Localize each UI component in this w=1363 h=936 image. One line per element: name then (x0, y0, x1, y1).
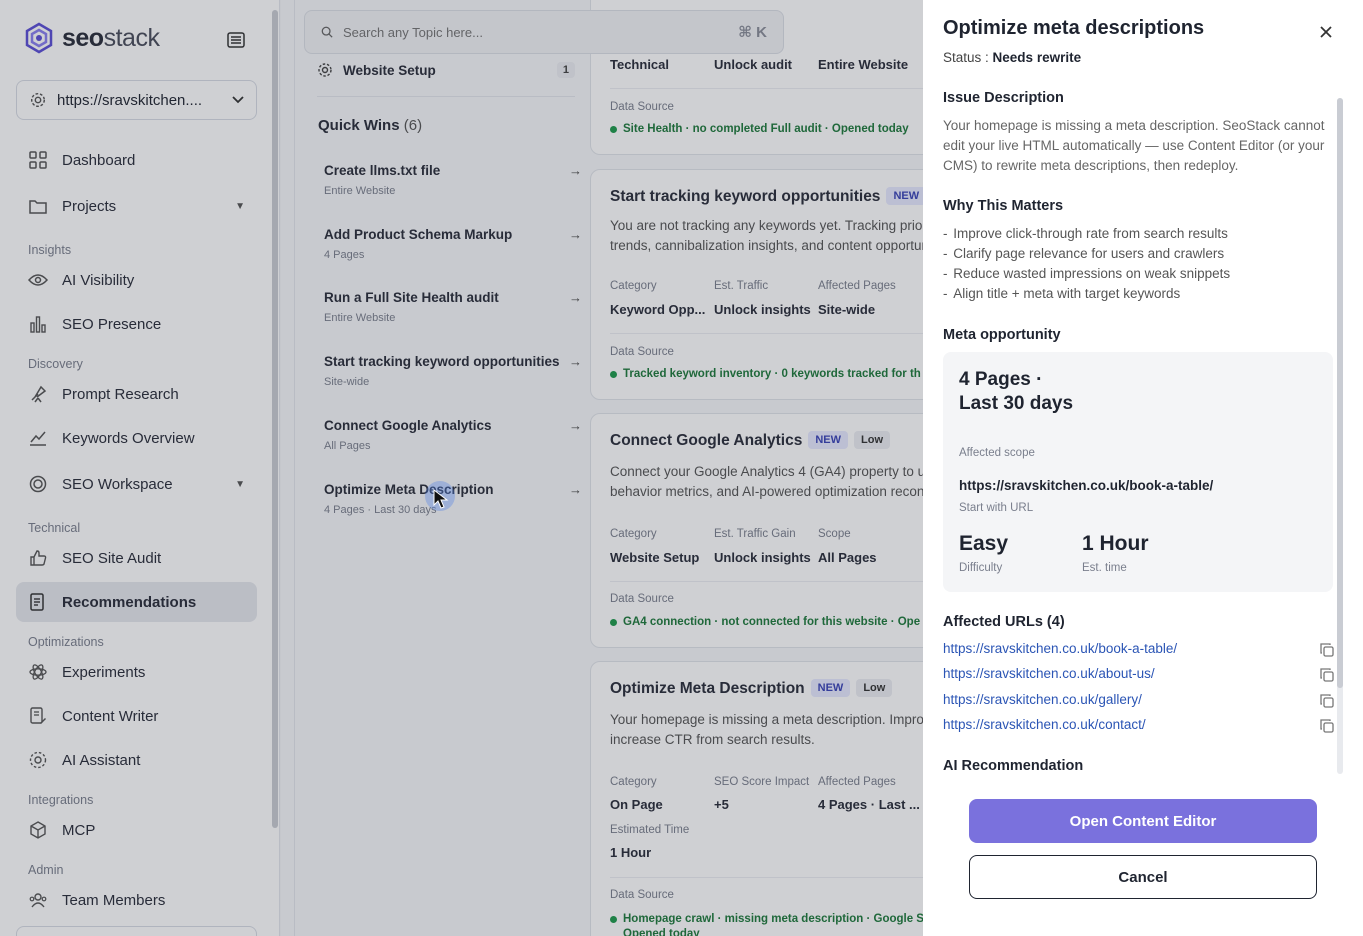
list-item: Align title + meta with target keywords (943, 284, 1335, 304)
affected-url-row: https://sravskitchen.co.uk/contact/ (943, 716, 1335, 736)
copy-icon[interactable] (1319, 642, 1335, 658)
list-item: Improve click-through rate from search r… (943, 224, 1335, 244)
close-button[interactable] (1316, 22, 1336, 42)
list-item: Clarify page relevance for users and cra… (943, 244, 1335, 264)
difficulty-value: Easy (959, 532, 1009, 555)
open-content-editor-button[interactable]: Open Content Editor (969, 799, 1317, 843)
affected-urls-heading: Affected URLs (4) (943, 614, 1065, 630)
copy-icon[interactable] (1319, 718, 1335, 734)
issue-heading: Issue Description (943, 90, 1064, 106)
affected-url-row: https://sravskitchen.co.uk/book-a-table/ (943, 640, 1335, 660)
issue-description: Your homepage is missing a meta descript… (943, 118, 1325, 173)
affected-scope-label: Affected scope (959, 447, 1035, 459)
drawer-scrollbar[interactable] (1337, 98, 1343, 774)
est-time-label: Est. time (1082, 562, 1127, 574)
affected-url-row: https://sravskitchen.co.uk/gallery/ (943, 691, 1335, 711)
ai-recommendation-heading: AI Recommendation (943, 758, 1084, 774)
start-url-label: Start with URL (959, 502, 1034, 514)
recommendation-drawer: Optimize meta descriptions Status : Need… (923, 0, 1363, 936)
copy-icon[interactable] (1319, 693, 1335, 709)
affected-url-row: https://sravskitchen.co.uk/about-us/ (943, 665, 1335, 685)
difficulty-label: Difficulty (959, 562, 1003, 574)
drawer-title: Optimize meta descriptions (943, 17, 1205, 39)
affected-url-link[interactable]: https://sravskitchen.co.uk/gallery/ (943, 692, 1142, 707)
why-list: Improve click-through rate from search r… (943, 224, 1335, 304)
start-url-value: https://sravskitchen.co.uk/book-a-table/ (959, 478, 1214, 493)
close-icon (1320, 26, 1332, 38)
affected-url-link[interactable]: https://sravskitchen.co.uk/contact/ (943, 717, 1146, 732)
affected-url-link[interactable]: https://sravskitchen.co.uk/book-a-table/ (943, 641, 1177, 656)
modal-backdrop[interactable] (0, 0, 923, 936)
affected-scope-value: 4 Pages · Last 30 days (959, 369, 1074, 414)
opportunity-heading: Meta opportunity (943, 327, 1061, 343)
cancel-button[interactable]: Cancel (969, 855, 1317, 899)
copy-icon[interactable] (1319, 667, 1335, 683)
why-heading: Why This Matters (943, 198, 1064, 214)
affected-url-link[interactable]: https://sravskitchen.co.uk/about-us/ (943, 666, 1155, 681)
opportunity-card: 4 Pages · Last 30 days Affected scope ht… (943, 352, 1333, 592)
list-item: Reduce wasted impressions on weak snippe… (943, 264, 1335, 284)
mouse-cursor-icon (425, 481, 455, 511)
status-value: Needs rewrite (992, 50, 1082, 65)
drawer-status: Status : Needs rewrite (943, 50, 1082, 65)
est-time-value: 1 Hour (1082, 532, 1149, 555)
